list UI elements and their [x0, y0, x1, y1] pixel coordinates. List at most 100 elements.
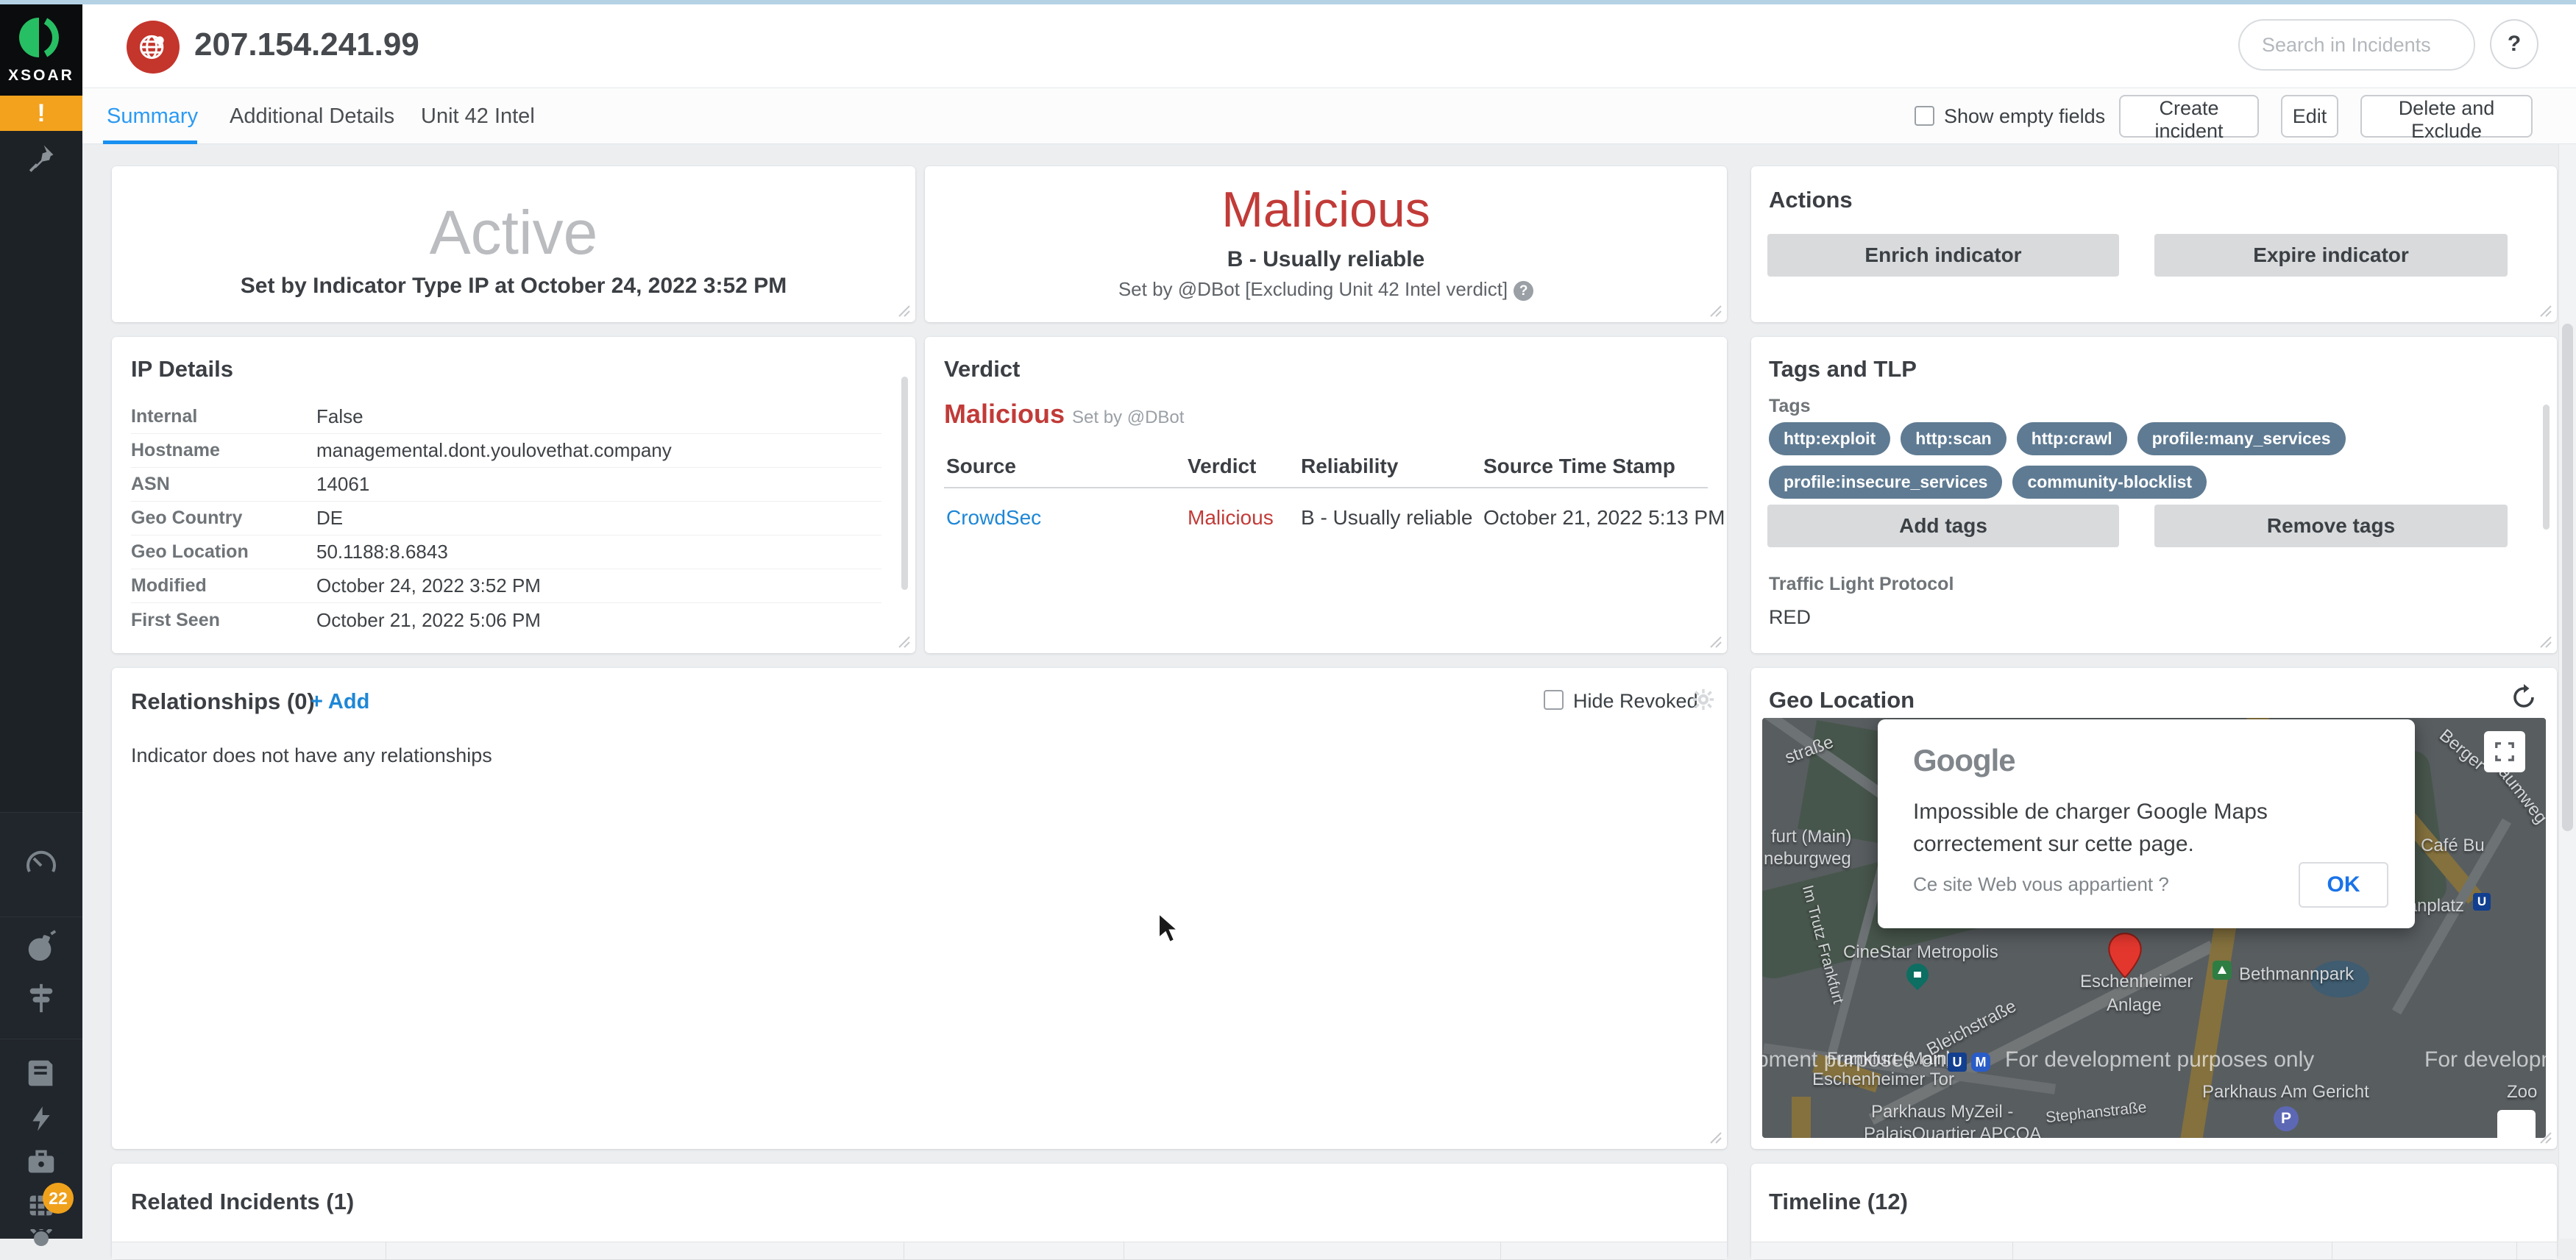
table-header-rule	[944, 487, 1708, 488]
verdict-value: Malicious	[925, 181, 1727, 238]
hide-revoked-label: Hide Revoked	[1573, 690, 1698, 713]
page-scrollbar-track[interactable]	[2558, 144, 2576, 1239]
indicators-signpost-icon[interactable]	[0, 978, 82, 1019]
tab-summary[interactable]: Summary	[107, 88, 198, 144]
dashboard-gauge-icon[interactable]	[0, 845, 82, 886]
card-scrollbar[interactable]	[901, 377, 908, 590]
hide-revoked-checkbox[interactable]	[1544, 690, 1564, 710]
map-label: CineStar Metropolis	[1843, 942, 1998, 963]
tag-pill[interactable]: http:scan	[1901, 422, 2006, 455]
tag-pill[interactable]: http:crawl	[2017, 422, 2127, 455]
col-header-source: Source	[946, 455, 1016, 478]
delete-and-exclude-button[interactable]: Delete and Exclude	[2360, 95, 2533, 138]
map-zoom-control[interactable]	[2497, 1110, 2536, 1138]
parking-badge-icon: P	[2274, 1106, 2299, 1131]
row-value: October 21, 2022 5:06 PM	[316, 609, 541, 632]
row-value: 14061	[316, 473, 369, 496]
metro-badge-icon: M	[1971, 1053, 1990, 1072]
automation-bolt-icon[interactable]	[0, 1098, 82, 1139]
add-tags-button[interactable]: Add tags	[1767, 505, 2119, 547]
enrich-indicator-button[interactable]: Enrich indicator	[1767, 234, 2119, 277]
jobs-briefcase-icon[interactable]	[0, 1141, 82, 1182]
col-header-timestamp: Source Time Stamp	[1483, 455, 1675, 478]
location-pin-icon	[2108, 933, 2142, 978]
card-scrollbar[interactable]	[2543, 405, 2550, 530]
refresh-icon[interactable]	[2511, 684, 2537, 711]
row-label: Hostname	[131, 440, 316, 461]
pin-icon[interactable]	[0, 137, 82, 178]
resize-handle-icon[interactable]	[2536, 633, 2552, 649]
relationships-title: Relationships (0)	[131, 688, 315, 715]
google-maps-error-dialog: Google Impossible de charger Google Maps…	[1878, 719, 2415, 928]
relationships-empty-message: Indicator does not have any relationship…	[131, 744, 492, 767]
ip-details-table: InternalFalse Hostnamemanagemental.dont.…	[131, 400, 881, 637]
sidebar: XSOAR !	[0, 0, 82, 1239]
page-title: 207.154.241.99	[194, 26, 419, 63]
tag-pill[interactable]: http:exploit	[1769, 422, 1890, 455]
tab-unit42-intel[interactable]: Unit 42 Intel	[421, 88, 535, 144]
resize-handle-icon[interactable]	[895, 302, 911, 318]
remove-tags-button[interactable]: Remove tags	[2154, 505, 2508, 547]
map-label: Eschenheimer Tor	[1812, 1069, 1954, 1090]
row-label: Internal	[131, 406, 316, 427]
tag-pill[interactable]: community-blocklist	[2012, 466, 2207, 499]
verdict-row-source-link[interactable]: CrowdSec	[946, 506, 1041, 530]
verdict-heading: Malicious	[944, 399, 1065, 430]
row-value: managemental.dont.youlovethat.company	[316, 439, 672, 462]
resize-handle-icon[interactable]	[1706, 633, 1722, 649]
tag-pill[interactable]: profile:insecure_services	[1769, 466, 2002, 499]
row-label: ASN	[131, 474, 316, 495]
map-label: Anlage	[2107, 995, 2162, 1016]
row-value: October 24, 2022 3:52 PM	[316, 574, 541, 597]
add-relationship-link[interactable]: + Add	[311, 690, 369, 714]
fullscreen-icon	[2494, 741, 2516, 763]
search-input[interactable]	[2238, 19, 2475, 71]
xsoar-logo-icon	[19, 15, 63, 60]
help-button[interactable]: ?	[2490, 19, 2538, 69]
resize-handle-icon[interactable]	[1706, 302, 1722, 318]
playbooks-book-icon[interactable]	[0, 1053, 82, 1094]
tab-additional-details[interactable]: Additional Details	[230, 88, 394, 144]
relationships-settings-gear-icon[interactable]	[1691, 687, 1716, 712]
actions-title: Actions	[1769, 187, 1853, 213]
related-incidents-table-header	[112, 1242, 1727, 1259]
xsoar-logo-text: XSOAR	[0, 67, 82, 85]
tags-tlp-title: Tags and TLP	[1769, 356, 1917, 382]
edit-button[interactable]: Edit	[2281, 95, 2338, 138]
ok-button[interactable]: OK	[2299, 862, 2388, 908]
map-watermark: pment purposes only	[1762, 1047, 1962, 1072]
verdict-reliability: B - Usually reliable	[925, 247, 1727, 272]
row-value: DE	[316, 507, 343, 530]
sidebar-section-incidents	[0, 916, 82, 1039]
incidents-bomb-icon[interactable]	[0, 926, 82, 967]
timeline-table-header	[1751, 1242, 2557, 1259]
verdict-set-by-text: Set by @DBot [Excluding Unit 42 Intel ve…	[1118, 278, 1508, 300]
map-watermark: For development purposes only	[2005, 1047, 2314, 1072]
settings-gear-icon[interactable]	[0, 1229, 82, 1248]
map-label: Parkhaus Am Gericht	[2202, 1082, 2369, 1103]
marketplace-count-badge: 22	[43, 1183, 74, 1214]
map-fullscreen-button[interactable]	[2484, 731, 2525, 772]
ip-details-card: IP Details InternalFalse Hostnamemanagem…	[112, 337, 915, 653]
tag-pill[interactable]: profile:many_services	[2137, 422, 2346, 455]
expire-indicator-button[interactable]: Expire indicator	[2154, 234, 2508, 277]
row-label: Modified	[131, 575, 316, 597]
verdict-help-icon[interactable]: ?	[1514, 281, 1533, 301]
page-scrollbar-thumb[interactable]	[2562, 324, 2573, 831]
create-incident-button[interactable]: Create incident	[2119, 95, 2259, 138]
dialog-question: Ce site Web vous appartient ?	[1913, 873, 2169, 896]
resize-handle-icon[interactable]	[2536, 302, 2552, 318]
table-row: ModifiedOctober 24, 2022 3:52 PM	[131, 569, 881, 603]
status-subtitle: Set by Indicator Type IP at October 24, …	[112, 274, 915, 299]
resize-handle-icon[interactable]	[895, 633, 911, 649]
sidebar-item-alerts[interactable]: !	[0, 96, 82, 131]
tags-label: Tags	[1769, 396, 1811, 417]
ip-details-title: IP Details	[131, 356, 233, 382]
row-label: Geo Country	[131, 508, 316, 529]
geo-map[interactable]: straße Ha Café Bu Merianplatz furt (Main…	[1762, 718, 2546, 1138]
ubahn-badge-icon: U	[1948, 1053, 1967, 1072]
xsoar-logo[interactable]: XSOAR	[0, 4, 82, 96]
resize-handle-icon[interactable]	[1706, 1128, 1722, 1145]
show-empty-fields-checkbox[interactable]	[1915, 106, 1934, 126]
relationships-card: Relationships (0) + Add Hide Revoked Ind…	[112, 668, 1727, 1149]
